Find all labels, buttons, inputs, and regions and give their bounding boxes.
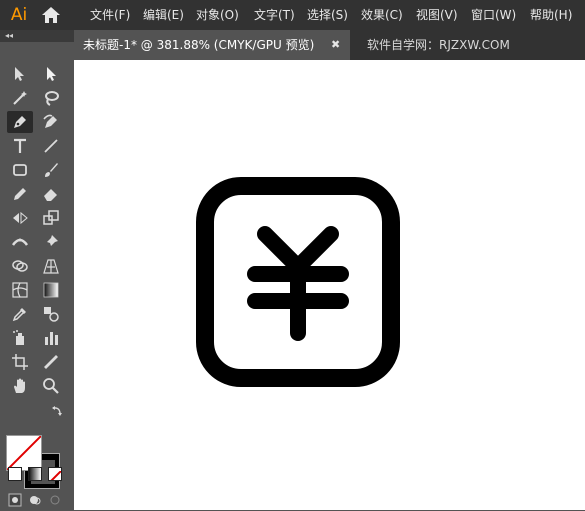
draw-normal-icon[interactable] <box>8 492 22 507</box>
app-logo: Ai <box>10 5 28 25</box>
none-mode-button[interactable] <box>48 467 62 481</box>
zoom-tool[interactable] <box>38 375 64 397</box>
menu-object[interactable]: 对象(O) <box>196 0 239 30</box>
menu-help[interactable]: 帮助(H) <box>530 0 572 30</box>
column-graph-tool[interactable] <box>38 327 64 349</box>
gradient-mode-button[interactable] <box>28 467 42 481</box>
hand-tool[interactable] <box>7 375 33 397</box>
site-watermark-tab[interactable]: 软件自学网：RJZXW.COM <box>367 30 510 60</box>
slice-tool[interactable] <box>38 351 64 373</box>
eyedropper-icon <box>12 308 26 322</box>
lasso-icon <box>45 91 59 106</box>
width-tool[interactable] <box>7 231 33 253</box>
lasso-tool[interactable] <box>38 87 64 109</box>
perspective-icon <box>43 259 59 274</box>
line-tool[interactable] <box>38 135 64 157</box>
menu-type[interactable]: 文字(T) <box>254 0 295 30</box>
pin-icon <box>45 235 58 248</box>
shaper-tool[interactable] <box>7 183 33 205</box>
curvature-icon <box>43 114 57 128</box>
close-icon[interactable]: ✖ <box>331 30 340 60</box>
reflect-tool[interactable] <box>7 207 33 229</box>
mesh-icon <box>12 282 28 298</box>
selection-tool[interactable] <box>7 63 33 85</box>
pen-tool[interactable] <box>7 111 33 133</box>
document-tab[interactable]: 未标题-1* @ 381.88% (CMYK/GPU 预览) ✖ <box>74 30 350 60</box>
magic-wand-tool[interactable] <box>7 87 33 109</box>
menu-window[interactable]: 窗口(W) <box>471 0 516 30</box>
blend-tool[interactable] <box>38 303 64 325</box>
eraser-icon <box>44 189 57 201</box>
direct-selection-tool[interactable] <box>38 63 64 85</box>
wand-icon <box>13 91 27 105</box>
pencil-icon <box>14 188 26 200</box>
pen-icon <box>14 116 26 128</box>
menu-effect[interactable]: 效果(C) <box>361 0 403 30</box>
spray-icon <box>13 330 24 345</box>
gradient-tool[interactable] <box>38 279 64 301</box>
arrow-icon <box>15 67 24 81</box>
width-icon <box>11 238 29 246</box>
gradient-icon <box>43 282 59 298</box>
color-mode-button[interactable] <box>8 467 22 481</box>
menu-view[interactable]: 视图(V) <box>416 0 458 30</box>
puppet-warp-tool[interactable] <box>38 231 64 253</box>
tools-panel-header[interactable]: ◂◂ <box>0 30 74 42</box>
eyedropper-tool[interactable] <box>7 303 33 325</box>
line-icon <box>44 139 58 153</box>
menu-file[interactable]: 文件(F) <box>90 0 130 30</box>
paintbrush-tool[interactable] <box>38 159 64 181</box>
type-tool[interactable] <box>7 135 33 157</box>
artboard-canvas[interactable] <box>74 60 585 510</box>
magnifier-icon <box>43 378 59 394</box>
menu-bar: Ai 文件(F) 编辑(E) 对象(O) 文字(T) 选择(S) 效果(C) 视… <box>0 0 585 30</box>
bar-graph-icon <box>45 332 58 345</box>
home-icon[interactable] <box>40 5 62 25</box>
perspective-grid-tool[interactable] <box>38 255 64 277</box>
mesh-tool[interactable] <box>7 279 33 301</box>
rectangle-icon <box>13 164 27 176</box>
draw-inside-icon[interactable] <box>48 492 62 506</box>
yen-icon[interactable] <box>195 176 401 388</box>
draw-behind-icon[interactable] <box>28 492 42 506</box>
brush-icon <box>45 163 58 177</box>
swap-fill-stroke-icon[interactable] <box>50 403 64 417</box>
document-tab-bar: 未标题-1* @ 381.88% (CMYK/GPU 预览) ✖ 软件自学网：R… <box>74 30 585 60</box>
collapse-icon[interactable]: ◂◂ <box>5 30 13 42</box>
curvature-tool[interactable] <box>38 111 64 133</box>
fill-swatch[interactable] <box>6 435 42 471</box>
slice-icon <box>44 355 58 369</box>
tools-panel: ◂◂ <box>0 30 74 510</box>
shape-builder-tool[interactable] <box>7 255 33 277</box>
reflect-icon <box>13 211 28 225</box>
menu-select[interactable]: 选择(S) <box>307 0 348 30</box>
shape-builder-icon <box>12 260 28 272</box>
document-tab-title: 未标题-1* @ 381.88% (CMYK/GPU 预览) <box>83 38 315 52</box>
type-icon <box>14 138 26 153</box>
menu-edit[interactable]: 编辑(E) <box>143 0 184 30</box>
eraser-tool[interactable] <box>38 183 64 205</box>
symbol-sprayer-tool[interactable] <box>7 327 33 349</box>
blend-icon <box>44 307 59 322</box>
rectangle-tool[interactable] <box>7 159 33 181</box>
artboard-icon <box>12 354 28 370</box>
scale-tool[interactable] <box>38 207 64 229</box>
hand-icon <box>14 378 25 393</box>
artboard-tool[interactable] <box>7 351 33 373</box>
scale-icon <box>43 210 59 225</box>
white-arrow-icon <box>47 67 56 81</box>
